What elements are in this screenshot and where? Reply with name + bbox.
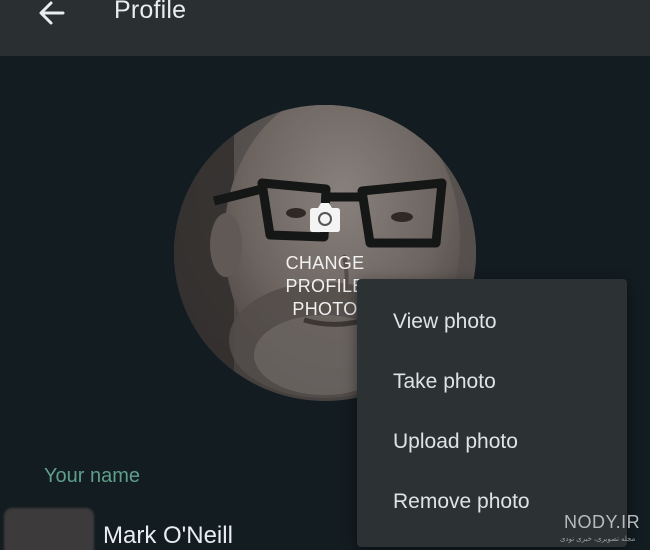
- name-value: Mark O'Neill: [103, 522, 233, 549]
- page-title: Profile: [114, 0, 187, 24]
- camera-icon: [310, 203, 340, 232]
- menu-item-view-photo[interactable]: View photo: [357, 292, 627, 352]
- menu-item-upload-photo[interactable]: Upload photo: [357, 412, 627, 472]
- blurred-thumbnail: [4, 508, 94, 550]
- back-button[interactable]: [36, 0, 68, 28]
- photo-options-menu: View photo Take photo Upload photo Remov…: [357, 279, 627, 547]
- watermark: NODY.IR مجله تصویری، خبری نودی: [560, 512, 650, 550]
- app-header: Profile: [0, 0, 650, 56]
- profile-screen: Profile CHANGE PROFILE PHOTO Your name M…: [0, 0, 650, 550]
- name-label: Your name: [44, 465, 140, 487]
- arrow-left-icon: [39, 1, 65, 25]
- menu-item-take-photo[interactable]: Take photo: [357, 352, 627, 412]
- watermark-text: NODY.IR: [564, 512, 641, 532]
- watermark-subtext: مجله تصویری، خبری نودی: [560, 536, 636, 543]
